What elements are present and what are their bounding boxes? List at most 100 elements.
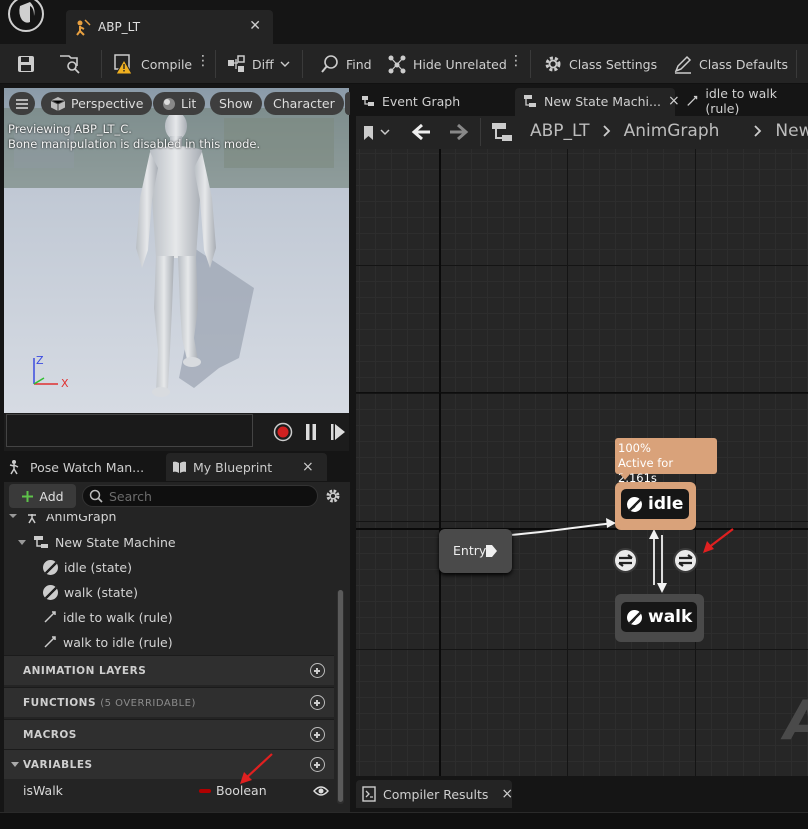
state-icon	[627, 496, 642, 512]
hide-unrelated-button[interactable]: Hide Unrelated	[387, 52, 507, 76]
transition-rule-icon	[687, 95, 698, 106]
save-button[interactable]	[16, 52, 36, 76]
section-functions[interactable]: FUNCTIONS (5 OVERRIDABLE)	[4, 687, 334, 717]
tab-label: Compiler Results	[383, 786, 489, 802]
step-forward-button[interactable]	[330, 423, 346, 441]
tab-label: New State Machi...	[544, 93, 661, 109]
event-graph-icon	[362, 96, 374, 106]
unreal-logo-icon[interactable]	[8, 0, 48, 38]
tab-my-blueprint-content[interactable]: My Blueprint	[172, 453, 272, 481]
tree-item-label: New State Machine	[55, 534, 176, 550]
add-variable-icon[interactable]	[310, 757, 325, 772]
pause-button[interactable]	[304, 423, 318, 441]
state-icon	[43, 559, 58, 575]
functions-overridable-count: (5 OVERRIDABLE)	[100, 698, 196, 709]
close-icon[interactable]: ×	[668, 93, 680, 109]
section-variables[interactable]: VARIABLES	[4, 749, 334, 779]
tab-event-graph[interactable]: Event Graph	[355, 88, 466, 114]
hide-unrelated-options-icon[interactable]: ⋮	[509, 53, 523, 69]
breadcrumb-next[interactable]: New	[775, 121, 808, 141]
lit-button[interactable]: Lit	[153, 92, 206, 115]
bookmark-button[interactable]	[362, 124, 392, 142]
diff-icon	[228, 55, 245, 72]
character-button[interactable]: Character	[264, 92, 344, 115]
functions-label: FUNCTIONS	[23, 697, 97, 709]
find-icon	[321, 55, 338, 73]
class-defaults-button[interactable]: Class Defaults	[673, 52, 788, 76]
browse-button[interactable]	[58, 52, 82, 76]
tree-item-idle-state[interactable]: idle (state)	[43, 556, 132, 578]
axis-x-label: X	[61, 377, 69, 390]
breadcrumb-graph[interactable]: AnimGraph	[624, 121, 720, 141]
state-node-walk[interactable]: walk	[615, 594, 704, 642]
close-icon[interactable]: ×	[501, 786, 513, 802]
state-machine-graph-canvas[interactable]: Entry 100% Active for 2.161s idle walk A	[356, 149, 808, 776]
tab-pose-watch[interactable]: Pose Watch Man...	[8, 453, 144, 481]
character-label: Character	[273, 96, 335, 111]
variable-row-iswalk[interactable]: isWalk Boolean	[4, 779, 334, 803]
timeline-scrubber[interactable]	[6, 414, 253, 447]
add-animation-layer-icon[interactable]	[310, 663, 325, 678]
compile-options-icon[interactable]: ⋮	[196, 53, 210, 69]
forward-button[interactable]	[448, 122, 470, 142]
tab-my-blueprint-label: My Blueprint	[193, 459, 273, 475]
eye-icon[interactable]	[313, 785, 329, 797]
state-icon	[43, 584, 58, 600]
section-animation-layers[interactable]: ANIMATION LAYERS	[4, 655, 334, 685]
breadcrumb-root[interactable]: ABP_LT	[530, 121, 590, 141]
chevron-down-icon	[18, 540, 26, 545]
tab-label: idle to walk (rule)	[705, 86, 778, 116]
section-label: ANIMATION LAYERS	[23, 665, 147, 677]
viewport-menu-button[interactable]	[9, 92, 35, 115]
arrow-right-icon	[450, 123, 469, 141]
tree-item-walk-state[interactable]: walk (state)	[43, 581, 138, 603]
state-node-idle[interactable]: idle	[615, 482, 696, 530]
close-icon[interactable]: ×	[302, 453, 314, 481]
entry-node[interactable]: Entry	[439, 529, 512, 573]
save-icon	[18, 56, 34, 72]
boolean-type-pill-icon	[199, 789, 211, 793]
show-label: Show	[219, 96, 253, 111]
tooltip-pointer	[620, 474, 630, 480]
section-label: FUNCTIONS (5 OVERRIDABLE)	[23, 697, 196, 709]
search-input[interactable]: Search	[82, 485, 318, 507]
compile-button[interactable]: Compile	[113, 52, 192, 76]
tab-compiler-results-content[interactable]: Compiler Results ×	[356, 781, 519, 807]
toolbar-separator	[215, 50, 216, 78]
section-macros[interactable]: MACROS	[4, 719, 334, 749]
diff-label: Diff	[252, 56, 274, 72]
close-icon[interactable]: ✕	[249, 18, 261, 34]
state-icon	[627, 609, 642, 625]
find-button[interactable]: Find	[320, 52, 372, 76]
record-button[interactable]	[273, 422, 293, 442]
transition-walk-to-idle-icon[interactable]	[613, 548, 638, 573]
browse-icon	[60, 55, 80, 74]
show-button[interactable]: Show	[210, 92, 262, 115]
add-macro-icon[interactable]	[310, 727, 325, 742]
tab-state-machine-content[interactable]: New State Machi... ×	[517, 88, 686, 114]
scrollbar-thumb[interactable]	[338, 590, 343, 802]
step-forward-icon	[331, 424, 345, 440]
arrow-left-icon	[411, 123, 430, 141]
perspective-button[interactable]: Perspective	[41, 92, 153, 115]
breadcrumb-icon	[490, 121, 514, 143]
tree-item-state-machine[interactable]: New State Machine	[17, 531, 176, 553]
class-defaults-label: Class Defaults	[699, 56, 789, 72]
tree-item-idle-to-walk-rule[interactable]: idle to walk (rule)	[43, 606, 173, 628]
diff-button[interactable]: Diff	[226, 52, 290, 76]
compiler-results-icon	[362, 786, 376, 802]
hamburger-icon	[16, 98, 28, 109]
chevron-down-icon	[11, 762, 19, 767]
tree-item-label: walk (state)	[64, 584, 138, 600]
tab-idle-to-walk-rule[interactable]: idle to walk (rule)	[680, 86, 808, 116]
class-settings-button[interactable]: Class Settings	[543, 52, 657, 76]
add-function-icon[interactable]	[310, 695, 325, 710]
tree-item-walk-to-idle-rule[interactable]: walk to idle (rule)	[43, 631, 173, 653]
settings-button[interactable]	[325, 488, 341, 504]
transition-idle-to-walk-icon[interactable]	[673, 548, 698, 573]
tree-item-label: walk to idle (rule)	[63, 634, 173, 650]
document-tab-abp-lt[interactable]: ABP_LT ✕	[66, 10, 273, 44]
back-button[interactable]	[410, 122, 432, 142]
add-button[interactable]: Add	[9, 484, 76, 508]
exec-pin-icon[interactable]	[485, 544, 498, 558]
